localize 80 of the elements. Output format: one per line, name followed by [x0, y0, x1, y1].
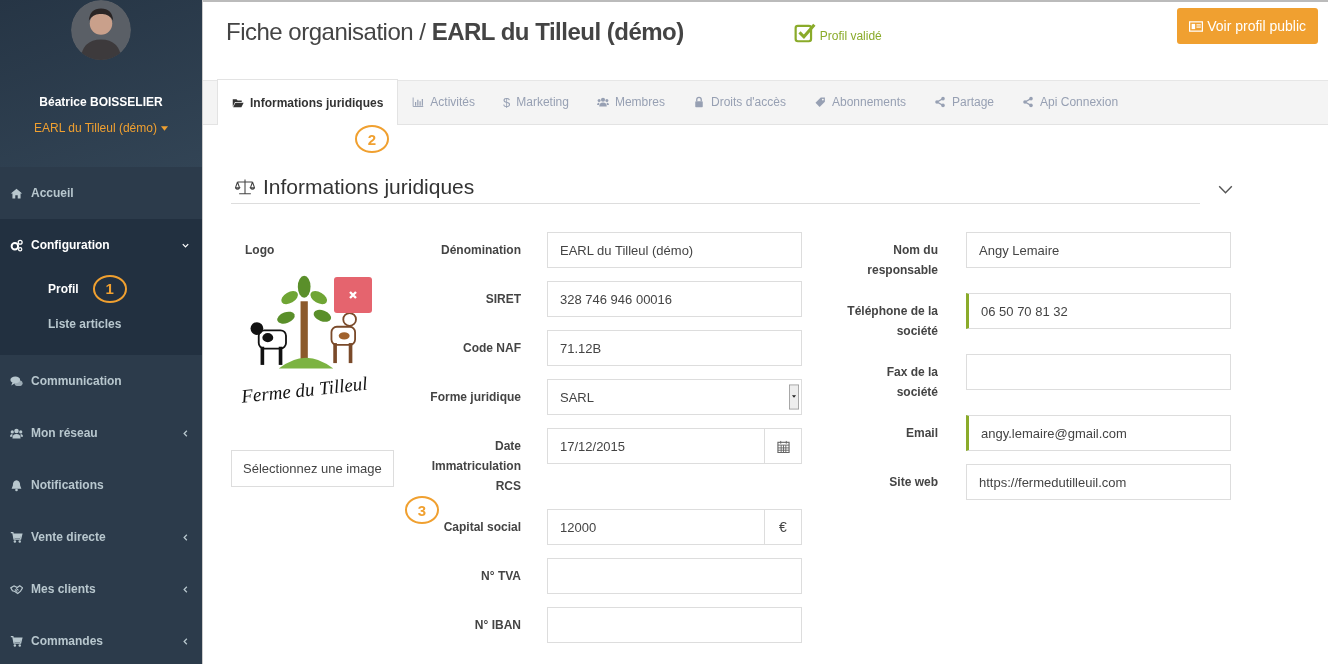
lock-icon: [692, 96, 705, 108]
submenu-item[interactable]: Liste articles: [48, 316, 122, 331]
delete-button[interactable]: [334, 277, 372, 313]
sidebar-item[interactable]: Mon réseau: [0, 407, 202, 459]
sidebar-item-label: Notifications: [31, 478, 105, 492]
sidebar-item-label: Commandes: [31, 634, 105, 648]
tab[interactable]: Informations juridiques: [217, 79, 399, 125]
checkbox-icon: [793, 22, 816, 44]
cart-icon: [10, 530, 23, 544]
field-label: Téléphone de la société: [846, 303, 938, 340]
sidebar-item-label: Accueil: [31, 186, 75, 200]
field-label: SIRET: [485, 291, 521, 308]
input-field[interactable]: EARL du Tilleul (démo): [547, 232, 802, 268]
sidebar-item[interactable]: Communication: [0, 355, 202, 407]
tag-icon: [813, 96, 826, 108]
field-label: N° IBAN: [474, 617, 521, 634]
callout-number: 3: [405, 496, 439, 524]
sidebar-item[interactable]: Configuration: [0, 219, 202, 271]
input-field[interactable]: [547, 558, 802, 594]
logo-text: Ferme du Tilleul: [240, 371, 370, 408]
input-field[interactable]: [966, 354, 1231, 390]
field-label: Forme juridique: [430, 389, 521, 406]
sidebar-item-label: Mes clients: [31, 582, 97, 596]
sidebar-item-label: Configuration: [31, 238, 111, 252]
input-field[interactable]: [547, 607, 802, 643]
input-field[interactable]: Angy Lemaire: [966, 232, 1231, 268]
share-icon: [934, 96, 946, 108]
field-label: Email: [905, 425, 938, 442]
input-field[interactable]: angy.lemaire@gmail.com: [966, 415, 1231, 451]
users-icon: [596, 96, 609, 108]
field-label: Nom du responsable: [866, 242, 938, 279]
section-title: Informations juridiques: [263, 175, 475, 199]
callout-number: 1: [92, 274, 127, 303]
folder-icon: [232, 96, 244, 109]
date-field[interactable]: 17/12/2015: [547, 428, 802, 464]
status-label: Profil validé: [819, 29, 882, 43]
field-label: Capital social: [443, 519, 521, 536]
field-label: Dénomination: [441, 242, 521, 259]
bar-chart-icon: [412, 96, 425, 108]
field-label: Fax de la société: [885, 364, 938, 401]
input-field[interactable]: 06 50 70 81 32: [966, 293, 1231, 329]
caret-icon: [160, 125, 168, 131]
share-icon: [1022, 96, 1035, 108]
id-card-icon: [1189, 20, 1204, 32]
field-label: Site web: [888, 474, 938, 491]
sidebar-item[interactable]: Accueil: [0, 167, 202, 219]
handshake-icon: [10, 582, 23, 596]
calendar-icon: [776, 439, 790, 453]
field-label: Code NAF: [463, 340, 521, 357]
submenu-item[interactable]: Profil: [48, 281, 79, 296]
select-image-button[interactable]: Sélectionnez une image: [231, 450, 394, 487]
sidebar-item[interactable]: Commandes: [0, 615, 202, 664]
avatar: [71, 0, 131, 60]
logo-label: Logo: [244, 242, 276, 259]
input-field[interactable]: https://fermedutilleuil.com: [966, 464, 1231, 500]
chat-icon: [10, 374, 23, 388]
gears-icon: [10, 238, 23, 252]
user-name: Béatrice BOISSELIER: [39, 95, 163, 109]
input-field[interactable]: 71.12B: [547, 330, 802, 366]
sidebar-item[interactable]: Mes clients: [0, 563, 202, 615]
sidebar-item-label: Communication: [31, 374, 123, 388]
sidebar-item[interactable]: Vente directe: [0, 511, 202, 563]
chevron-down-icon[interactable]: [1218, 185, 1233, 194]
organisation-dropdown[interactable]: EARL du Tilleul (démo): [34, 121, 168, 135]
sidebar-item-label: Mon réseau: [31, 426, 99, 440]
select-field[interactable]: SARL: [547, 379, 802, 415]
scale-icon: [235, 178, 255, 196]
sidebar-item-label: Vente directe: [31, 530, 107, 544]
home-icon: [10, 186, 23, 200]
input-field[interactable]: 12000 €: [547, 509, 802, 545]
page-title: Fiche organisation / EARL du Tilleul (démo): [226, 18, 684, 46]
sidebar-item[interactable]: Notifications: [0, 459, 202, 511]
bell-icon: [10, 478, 23, 492]
field-label: Date Immatriculation RCS: [430, 438, 521, 495]
callout-number: 2: [355, 125, 389, 153]
close-icon: [348, 290, 358, 300]
cart-icon: [10, 634, 23, 648]
field-label: N° TVA: [481, 568, 521, 585]
users-icon: [10, 426, 23, 440]
input-field[interactable]: 328 746 946 00016: [547, 281, 802, 317]
